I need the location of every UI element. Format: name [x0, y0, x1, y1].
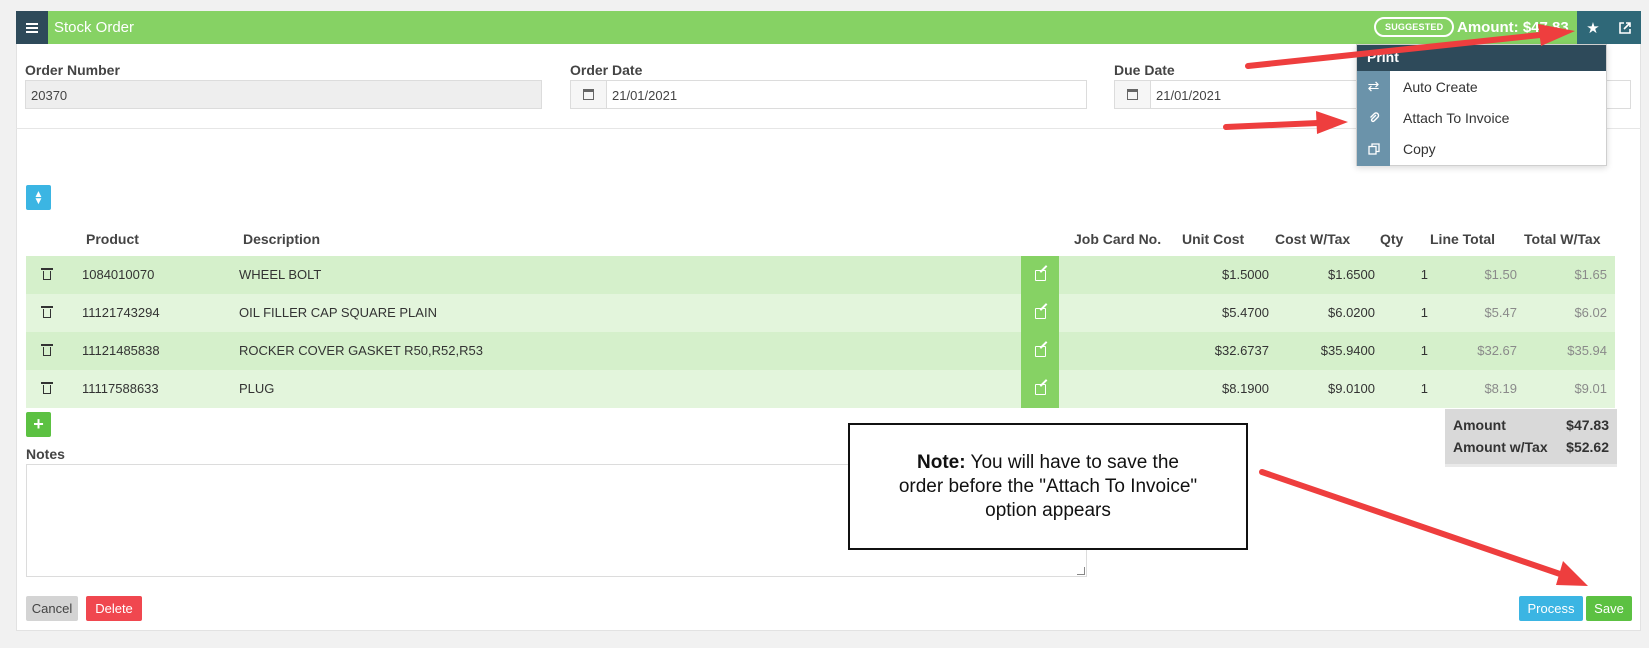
amount-value: $47.83: [1566, 417, 1609, 433]
total-tax-cell: $6.02: [1574, 305, 1607, 320]
table-row: 1084010070 WHEEL BOLT $1.5000 $1.6500 1 …: [26, 256, 1615, 294]
menu-item-copy[interactable]: Copy: [1357, 133, 1606, 164]
paperclip-icon: [1357, 102, 1390, 133]
table-row: 11121485838 ROCKER COVER GASKET R50,R52,…: [26, 332, 1615, 370]
product-cell: 1084010070: [82, 267, 155, 282]
cost-tax-cell: $35.9400: [1320, 343, 1375, 358]
total-tax-cell: $9.01: [1574, 381, 1607, 396]
edit-icon: [1034, 345, 1046, 357]
cost-tax-cell: $6.0200: [1328, 305, 1375, 320]
actions-dropdown: Print ⇄ Auto Create Attach To Invoice Co…: [1356, 44, 1607, 166]
menu-item-label: Attach To Invoice: [1403, 110, 1510, 126]
status-badge: SUGGESTED: [1374, 17, 1455, 37]
menu-button[interactable]: [16, 11, 48, 44]
totals-box: Amount $47.83 Amount w/Tax $52.62: [1445, 409, 1617, 467]
due-date-label: Due Date: [1114, 62, 1175, 78]
annotation-note: Note: You will have to save the order be…: [848, 423, 1248, 550]
col-cost-tax: Cost W/Tax: [1275, 231, 1351, 247]
edit-button[interactable]: [1021, 294, 1059, 332]
qty-cell: 1: [1420, 381, 1428, 396]
star-icon: ★: [1586, 19, 1600, 37]
col-unit-cost: Unit Cost: [1182, 231, 1245, 247]
description-cell: PLUG: [239, 381, 275, 396]
calendar-icon: [1115, 81, 1151, 108]
note-bold-label: Note:: [917, 451, 966, 473]
col-product: Product: [86, 231, 139, 247]
cost-tax-cell: $9.0100: [1328, 381, 1375, 396]
unit-cost-cell: $8.1900: [1222, 381, 1269, 396]
due-date-value: 21/01/2021: [1156, 88, 1222, 103]
exchange-icon: ⇄: [1367, 78, 1380, 94]
trash-icon[interactable]: [41, 344, 53, 356]
sort-icon: ▲ ▼: [33, 188, 44, 207]
sort-button[interactable]: ▲ ▼: [26, 185, 51, 210]
external-link-icon: [1619, 21, 1631, 34]
calendar-icon: [571, 81, 607, 108]
amount-label: Amount: [1453, 417, 1506, 433]
qty-cell: 1: [1420, 343, 1428, 358]
unit-cost-cell: $5.4700: [1222, 305, 1269, 320]
cost-tax-cell: $1.6500: [1328, 267, 1375, 282]
edit-button[interactable]: [1021, 332, 1059, 370]
favorite-button[interactable]: ★: [1577, 11, 1609, 44]
unit-cost-cell: $32.6737: [1214, 343, 1269, 358]
description-cell: OIL FILLER CAP SQUARE PLAIN: [239, 305, 437, 320]
hamburger-icon: [26, 22, 38, 33]
edit-icon: [1034, 269, 1046, 281]
line-total-cell: $1.50: [1484, 267, 1517, 282]
description-cell: ROCKER COVER GASKET R50,R52,R53: [239, 343, 483, 358]
product-cell: 11121743294: [82, 305, 160, 320]
table-row: 11121743294 OIL FILLER CAP SQUARE PLAIN …: [26, 294, 1615, 332]
copy-icon: [1357, 133, 1390, 164]
line-total-cell: $8.19: [1484, 381, 1517, 396]
line-total-cell: $32.67: [1477, 343, 1517, 358]
order-date-field[interactable]: 21/01/2021: [570, 80, 1087, 109]
notes-label: Notes: [26, 446, 65, 462]
description-cell: WHEEL BOLT: [239, 267, 322, 282]
save-button[interactable]: Save: [1586, 596, 1632, 621]
add-row-button[interactable]: +: [26, 412, 51, 437]
col-qty: Qty: [1380, 231, 1404, 247]
cancel-button[interactable]: Cancel: [26, 596, 78, 621]
order-number-field[interactable]: 20370: [25, 80, 542, 109]
delete-button[interactable]: Delete: [86, 596, 142, 621]
edit-icon: [1034, 383, 1046, 395]
plus-icon: +: [33, 414, 44, 434]
dropdown-header: Print: [1357, 45, 1606, 71]
menu-item-auto-create[interactable]: ⇄ Auto Create: [1357, 71, 1606, 102]
amount-tax-label: Amount w/Tax: [1453, 439, 1548, 455]
resize-grip-icon[interactable]: [1077, 567, 1085, 575]
menu-item-label: Copy: [1403, 141, 1436, 157]
total-tax-cell: $35.94: [1567, 343, 1607, 358]
product-cell: 11121485838: [82, 343, 160, 358]
table-row: 11117588633 PLUG $8.1900 $9.0100 1 $8.19…: [26, 370, 1615, 408]
order-date-value: 21/01/2021: [612, 88, 678, 103]
trash-icon[interactable]: [41, 306, 53, 318]
process-button[interactable]: Process: [1519, 596, 1583, 621]
product-cell: 11117588633: [82, 381, 159, 396]
header-amount: Amount: $47.83: [1457, 19, 1569, 36]
order-number-label: Order Number: [25, 62, 120, 78]
col-description: Description: [243, 231, 321, 247]
edit-icon: [1034, 307, 1046, 319]
order-date-label: Order Date: [570, 62, 643, 78]
qty-cell: 1: [1420, 305, 1428, 320]
line-total-cell: $5.47: [1484, 305, 1517, 320]
total-tax-cell: $1.65: [1574, 267, 1607, 282]
amount-tax-value: $52.62: [1566, 439, 1609, 455]
unit-cost-cell: $1.5000: [1222, 267, 1269, 282]
col-line-total: Line Total: [1430, 231, 1496, 247]
top-bar: Stock Order SUGGESTED Amount: $47.83 ★: [16, 11, 1641, 44]
qty-cell: 1: [1420, 267, 1428, 282]
menu-item-label: Auto Create: [1403, 79, 1478, 95]
edit-button[interactable]: [1021, 256, 1059, 294]
open-external-button[interactable]: [1609, 11, 1641, 44]
trash-icon[interactable]: [41, 268, 53, 280]
col-total-tax: Total W/Tax: [1524, 231, 1601, 247]
col-job-card: Job Card No.: [1074, 231, 1162, 247]
menu-item-attach-to-invoice[interactable]: Attach To Invoice: [1357, 102, 1606, 133]
page-title: Stock Order: [54, 19, 135, 36]
trash-icon[interactable]: [41, 382, 53, 394]
edit-button[interactable]: [1021, 370, 1059, 408]
